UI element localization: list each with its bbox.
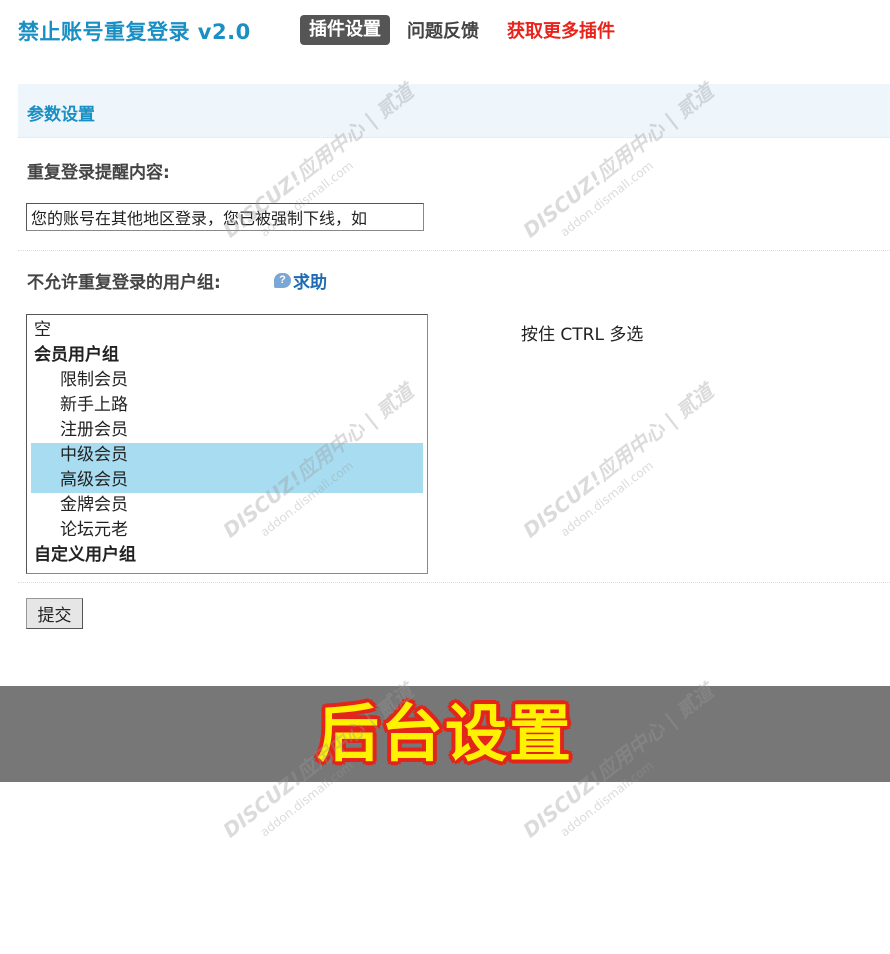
- groups-label: 不允许重复登录的用户组:: [27, 273, 221, 293]
- tab-plugin-settings[interactable]: 插件设置: [300, 15, 390, 45]
- divider: [18, 582, 890, 583]
- option-gold[interactable]: 金牌会员: [31, 493, 423, 518]
- svg-text:DISCUZ!应用中心 | 贰道: DISCUZ!应用中心 | 贰道: [518, 380, 720, 542]
- divider: [18, 250, 890, 251]
- optgroup-custom: 自定义用户组: [34, 545, 136, 565]
- option-newbie[interactable]: 新手上路: [31, 393, 423, 418]
- svg-text:addon.dismall.com: addon.dismall.com: [558, 158, 656, 239]
- reminder-input[interactable]: [26, 203, 424, 231]
- option-restricted[interactable]: 限制会员: [31, 368, 423, 393]
- svg-text:addon.dismall.com: addon.dismall.com: [558, 458, 656, 539]
- option-registered[interactable]: 注册会员: [31, 418, 423, 443]
- optgroup-member: 会员用户组: [34, 345, 119, 365]
- submit-button[interactable]: 提交: [26, 598, 83, 629]
- banner: 后台设置: [0, 686, 890, 782]
- help-bubble-icon: ?: [274, 273, 291, 288]
- option-empty[interactable]: 空: [31, 318, 423, 343]
- banner-title: 后台设置: [316, 697, 573, 770]
- app-title: 禁止账号重复登录 v2.0: [18, 20, 251, 44]
- usergroup-select[interactable]: 空 会员用户组 限制会员 新手上路 注册会员 中级会员 高级会员 金牌会员 论坛…: [26, 314, 428, 574]
- multi-select-hint: 按住 CTRL 多选: [521, 325, 644, 345]
- nav-tabs: 插件设置 问题反馈 获取更多插件: [300, 15, 615, 45]
- header: 禁止账号重复登录 v2.0 插件设置 问题反馈 获取更多插件: [0, 0, 890, 62]
- watermark-logo: DISCUZ!应用中心 | 贰道 addon.dismall.com: [518, 380, 720, 542]
- link-more-plugins[interactable]: 获取更多插件: [507, 17, 615, 43]
- option-senior[interactable]: 高级会员: [31, 468, 423, 493]
- reminder-label: 重复登录提醒内容:: [27, 163, 170, 183]
- option-veteran[interactable]: 论坛元老: [31, 518, 423, 543]
- option-mid[interactable]: 中级会员: [31, 443, 423, 468]
- help-link[interactable]: ? 求助: [274, 268, 327, 293]
- section-title: 参数设置: [27, 105, 95, 125]
- help-label: 求助: [293, 273, 327, 293]
- tab-feedback[interactable]: 问题反馈: [407, 17, 479, 43]
- section-header: 参数设置: [18, 84, 890, 138]
